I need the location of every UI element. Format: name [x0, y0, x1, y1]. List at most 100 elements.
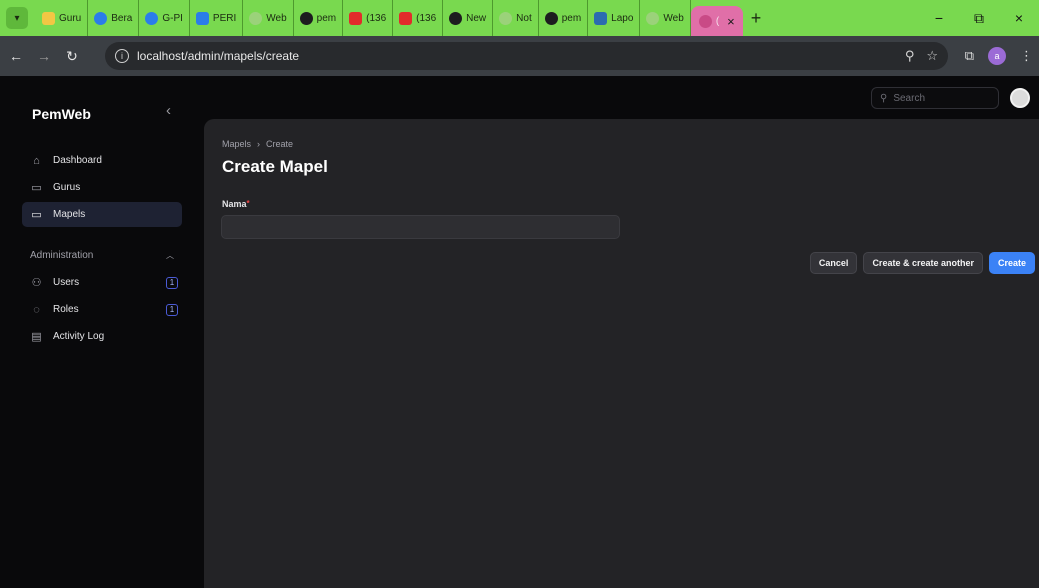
tab-favicon-icon — [249, 11, 263, 25]
tab-search-button[interactable]: ▾ — [6, 7, 28, 29]
sidebar-item-dashboard[interactable]: ⌂ Dashboard — [22, 148, 182, 173]
browser-tab[interactable]: (136 — [343, 0, 394, 36]
browser-tab[interactable]: Bera — [88, 0, 140, 36]
browser-tab[interactable]: pem — [294, 0, 344, 36]
tab-title: (136 — [366, 12, 387, 24]
search-icon: ⚲ — [880, 92, 888, 104]
sidebar-item-roles[interactable]: ◌ Roles 1 — [22, 297, 182, 322]
maximize-icon[interactable]: ⧉ — [959, 10, 999, 27]
browser-tab-active[interactable]: (× — [690, 6, 743, 36]
chevron-up-icon: ︿ — [166, 251, 174, 260]
page-title: Create Mapel — [222, 157, 328, 176]
close-icon[interactable]: × — [999, 10, 1039, 26]
create-button[interactable]: Create — [988, 252, 1035, 274]
browser-tab[interactable]: PERI — [190, 0, 244, 36]
browser-tab[interactable]: pem — [539, 0, 589, 36]
sidebar-item-label: Mapels — [53, 209, 86, 220]
users-icon: ⚇ — [31, 277, 42, 289]
nama-input[interactable] — [221, 215, 620, 239]
browser-tab[interactable]: Not — [493, 0, 539, 36]
browser-tab[interactable]: (136 — [393, 0, 444, 36]
search-placeholder: Search — [893, 92, 926, 104]
folder-icon: ▭ — [31, 182, 42, 194]
browser-tab[interactable]: Web — [243, 0, 294, 36]
forward-icon[interactable]: → — [32, 48, 56, 64]
collapse-sidebar-icon[interactable]: ‹ — [166, 102, 171, 119]
user-avatar[interactable] — [1010, 88, 1030, 108]
count-badge: 1 — [166, 303, 178, 316]
tab-title: New — [466, 12, 487, 24]
count-badge: 1 — [166, 276, 178, 289]
zoom-icon[interactable]: ⚲ — [905, 48, 915, 64]
tab-title: (136 — [416, 12, 437, 24]
minimize-icon[interactable]: − — [919, 10, 959, 26]
brand-logo[interactable]: PemWeb — [32, 106, 91, 122]
extensions-icon[interactable]: ⧉ — [965, 48, 974, 64]
bookmark-star-icon[interactable]: ☆ — [926, 48, 938, 64]
sidebar-item-gurus[interactable]: ▭ Gurus — [22, 175, 182, 200]
tab-favicon-icon — [646, 11, 660, 25]
admin-app: PemWeb ‹ ⌂ Dashboard ▭ Gurus ▭ Mapels Ad… — [0, 76, 1039, 588]
sidebar-item-label: Activity Log — [53, 331, 105, 342]
browser-toolbar: ← → ↻ i localhost/admin/mapels/create ⚲ … — [0, 36, 1039, 76]
nama-label-text: Nama — [222, 199, 247, 209]
github-icon — [299, 11, 313, 25]
tab-title: ( — [715, 15, 720, 27]
browser-tab[interactable]: Web — [640, 0, 691, 36]
tab-favicon-icon — [42, 11, 55, 25]
main-content: Mapels › Create Create Mapel Nama* Cance… — [204, 119, 1039, 588]
sidebar: PemWeb ‹ ⌂ Dashboard ▭ Gurus ▭ Mapels Ad… — [0, 76, 196, 588]
tab-title: Guru — [59, 12, 82, 24]
back-icon[interactable]: ← — [4, 48, 28, 64]
youtube-icon — [399, 11, 413, 25]
sidebar-group-label: Administration — [30, 250, 94, 261]
tab-favicon-icon — [94, 11, 108, 25]
sidebar-nav: ⌂ Dashboard ▭ Gurus ▭ Mapels Administrat… — [22, 148, 182, 351]
site-info-icon[interactable]: i — [115, 49, 129, 63]
omnibox-actions: ⚲ ☆ — [905, 42, 938, 70]
menu-icon[interactable]: ⋮ — [1020, 48, 1033, 64]
tab-title: Lapo — [611, 12, 634, 24]
browser-tab-strip: ▾ Guru Bera G-PI PERI Web pem (136 (136 … — [0, 0, 1039, 36]
required-mark: * — [246, 199, 250, 208]
profile-avatar[interactable]: a — [988, 47, 1006, 65]
tab-title: G-PI — [162, 12, 183, 24]
tab-title: pem — [561, 12, 582, 24]
tab-favicon-icon — [499, 11, 513, 25]
global-search-input[interactable]: ⚲ Search — [871, 87, 999, 109]
browser-tab[interactable]: G-PI — [139, 0, 190, 36]
sidebar-item-activity-log[interactable]: ▤ Activity Log — [22, 324, 182, 349]
reload-icon[interactable]: ↻ — [60, 48, 84, 65]
address-bar[interactable]: i localhost/admin/mapels/create ⚲ ☆ — [105, 42, 948, 70]
home-icon: ⌂ — [33, 154, 40, 167]
tab-title: Not — [516, 12, 532, 24]
folder-icon: ▭ — [31, 209, 42, 221]
browser-tab[interactable]: New — [443, 0, 494, 36]
browser-tab[interactable]: Guru — [36, 0, 89, 36]
breadcrumb: Mapels › Create — [222, 139, 293, 149]
breadcrumb-current: Create — [266, 139, 294, 149]
tab-favicon-icon — [145, 11, 159, 25]
browser-tab[interactable]: Lapo — [588, 0, 641, 36]
nama-label: Nama* — [222, 199, 250, 209]
breadcrumb-separator-icon: › — [257, 139, 261, 149]
tab-close-icon[interactable]: × — [727, 14, 735, 29]
url-text: localhost/admin/mapels/create — [137, 49, 300, 63]
tab-title: Web — [266, 12, 287, 24]
tab-favicon-icon — [449, 11, 463, 25]
breadcrumb-mapels[interactable]: Mapels — [222, 139, 251, 149]
tab-list: Guru Bera G-PI PERI Web pem (136 (136 Ne… — [36, 0, 761, 36]
toolbar-right: ⧉ a ⋮ — [965, 36, 1033, 76]
sidebar-group-administration[interactable]: Administration ︿ — [22, 243, 182, 268]
sidebar-item-label: Gurus — [53, 182, 81, 193]
shield-icon: ◌ — [33, 303, 40, 316]
sidebar-item-users[interactable]: ⚇ Users 1 — [22, 270, 182, 295]
github-icon — [544, 11, 558, 25]
create-another-button[interactable]: Create & create another — [863, 252, 983, 274]
window-controls: − ⧉ × — [919, 0, 1039, 36]
cancel-button[interactable]: Cancel — [809, 252, 858, 274]
word-icon — [594, 11, 608, 25]
sidebar-item-mapels[interactable]: ▭ Mapels — [22, 202, 182, 227]
form-actions: Cancel Create & create another Create — [809, 252, 1035, 274]
new-tab-button[interactable]: + — [751, 8, 762, 29]
